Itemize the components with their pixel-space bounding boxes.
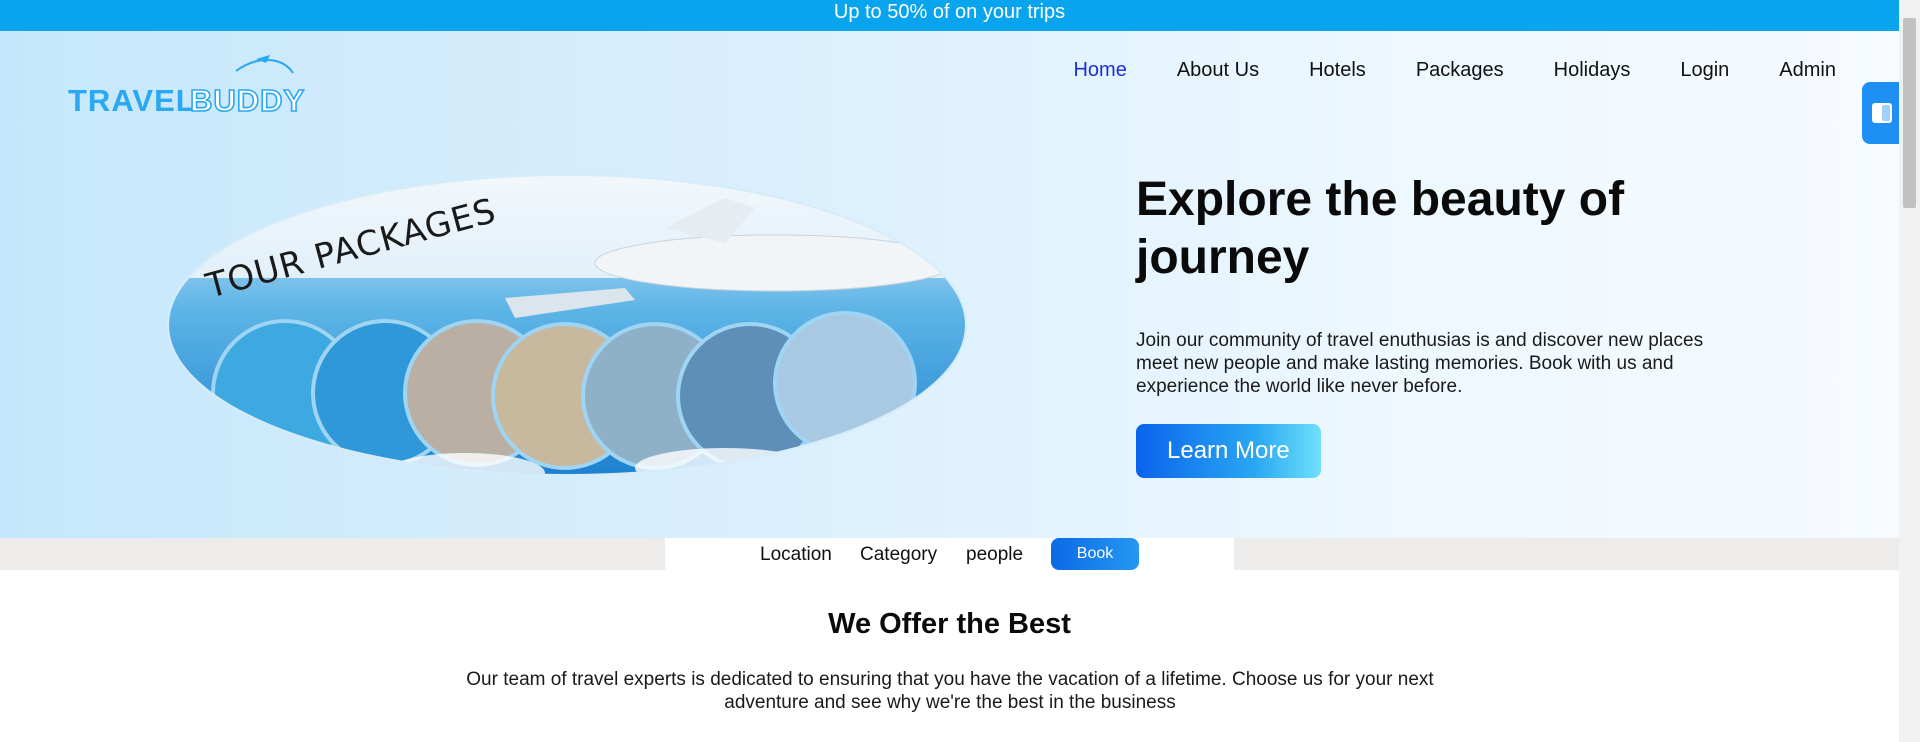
- offer-description: Our team of travel experts is dedicated …: [466, 669, 1434, 713]
- site-logo[interactable]: TRAVEL BUDDY: [68, 53, 318, 123]
- tour-packages-image: TOUR PACKAGES: [167, 174, 967, 476]
- logo-text-left: TRAVEL: [68, 83, 196, 118]
- offer-title: We Offer the Best: [828, 608, 1071, 640]
- logo-text-right: BUDDY: [190, 83, 305, 118]
- side-panel-toggle[interactable]: [1862, 82, 1900, 144]
- nav-packages[interactable]: Packages: [1416, 59, 1504, 82]
- hero-section: TRAVEL BUDDY Home About Us Hotels Packag…: [0, 31, 1899, 538]
- main-nav: Home About Us Hotels Packages Holidays L…: [1073, 59, 1836, 82]
- book-button[interactable]: Book: [1051, 538, 1139, 570]
- promo-banner: Up to 50% of on your trips: [0, 0, 1899, 31]
- hero-title: Explore the beauty of journey: [1136, 173, 1625, 284]
- nav-about-us[interactable]: About Us: [1177, 59, 1259, 82]
- nav-login[interactable]: Login: [1680, 59, 1729, 82]
- category-field[interactable]: Category: [860, 544, 937, 566]
- location-field[interactable]: Location: [760, 544, 832, 566]
- scrollbar-thumb[interactable]: [1903, 18, 1916, 208]
- panel-toggle-icon-accent: [1882, 105, 1890, 121]
- nav-home[interactable]: Home: [1073, 59, 1126, 82]
- booking-search-bar: Location Category people Book: [665, 538, 1234, 570]
- nav-holidays[interactable]: Holidays: [1554, 59, 1631, 82]
- hero-content: Explore the beauty of journey Join our c…: [1136, 171, 1756, 478]
- people-field[interactable]: people: [966, 544, 1023, 566]
- learn-more-button[interactable]: Learn More: [1136, 424, 1321, 478]
- nav-admin[interactable]: Admin: [1779, 59, 1836, 82]
- promo-text: Up to 50% of on your trips: [833, 1, 1066, 23]
- nav-hotels[interactable]: Hotels: [1309, 59, 1366, 82]
- hero-description: Join our community of travel enuthusias …: [1136, 330, 1704, 397]
